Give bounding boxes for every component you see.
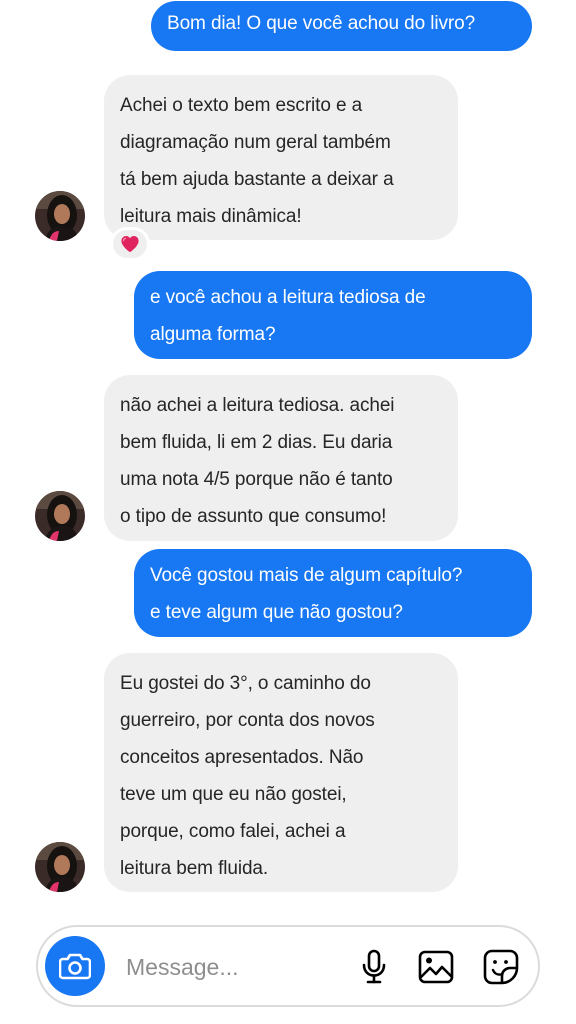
image-icon xyxy=(418,950,454,984)
heart-reaction[interactable] xyxy=(110,227,150,261)
avatar[interactable] xyxy=(35,491,85,541)
incoming-message[interactable]: não achei a leitura tediosa. achei bem f… xyxy=(104,375,458,541)
message-text: não achei a leitura tediosa. achei xyxy=(120,395,395,416)
outgoing-message[interactable]: e você achou a leitura tediosa de alguma… xyxy=(134,271,532,359)
message-text: uma nota 4/5 porque não é tanto xyxy=(120,469,393,490)
outgoing-message[interactable]: Bom dia! O que você achou do livro? xyxy=(151,1,532,51)
message-text: e teve algum que não gostou? xyxy=(150,602,403,623)
message-text: bem fluida, li em 2 dias. Eu daria xyxy=(120,432,393,453)
message-text: teve um que eu não gostei, xyxy=(120,784,347,805)
avatar[interactable] xyxy=(35,191,85,241)
message-text: leitura mais dinâmica! xyxy=(120,206,302,227)
sticker-button[interactable] xyxy=(481,947,521,987)
sticker-icon xyxy=(483,949,519,985)
message-text: Achei o texto bem escrito e a xyxy=(120,95,363,116)
camera-button[interactable] xyxy=(45,936,105,996)
chat-screen: Bom dia! O que você achou do livro? Ache… xyxy=(0,0,576,1024)
message-text: Você gostou mais de algum capítulo? xyxy=(150,565,463,586)
message-text: diagramação num geral também xyxy=(120,132,391,153)
message-text: guerreiro, por conta dos novos xyxy=(120,710,375,731)
message-text: leitura bem fluida. xyxy=(120,858,269,879)
message-text: conceitos apresentados. Não xyxy=(120,747,364,768)
incoming-message[interactable]: Eu gostei do 3°, o caminho do guerreiro,… xyxy=(104,653,458,892)
avatar[interactable] xyxy=(35,842,85,892)
message-text: alguma forma? xyxy=(150,324,276,345)
message-text: o tipo de assunto que consumo! xyxy=(120,506,387,527)
message-text: e você achou a leitura tediosa de xyxy=(150,287,426,308)
message-text: Bom dia! O que você achou do livro? xyxy=(167,13,476,34)
outgoing-message[interactable]: Você gostou mais de algum capítulo? e te… xyxy=(134,549,532,637)
camera-icon xyxy=(59,953,91,980)
microphone-icon xyxy=(362,949,386,984)
heart-icon xyxy=(121,235,139,253)
incoming-message[interactable]: Achei o texto bem escrito e a diagramaçã… xyxy=(104,75,458,240)
message-text: porque, como falei, achei a xyxy=(120,821,346,842)
message-input[interactable] xyxy=(126,949,326,985)
gallery-button[interactable] xyxy=(416,947,456,987)
message-composer xyxy=(36,925,540,1007)
message-text: tá bem ajuda bastante a deixar a xyxy=(120,169,394,190)
message-text: Eu gostei do 3°, o caminho do xyxy=(120,673,371,694)
voice-message-button[interactable] xyxy=(354,947,394,987)
